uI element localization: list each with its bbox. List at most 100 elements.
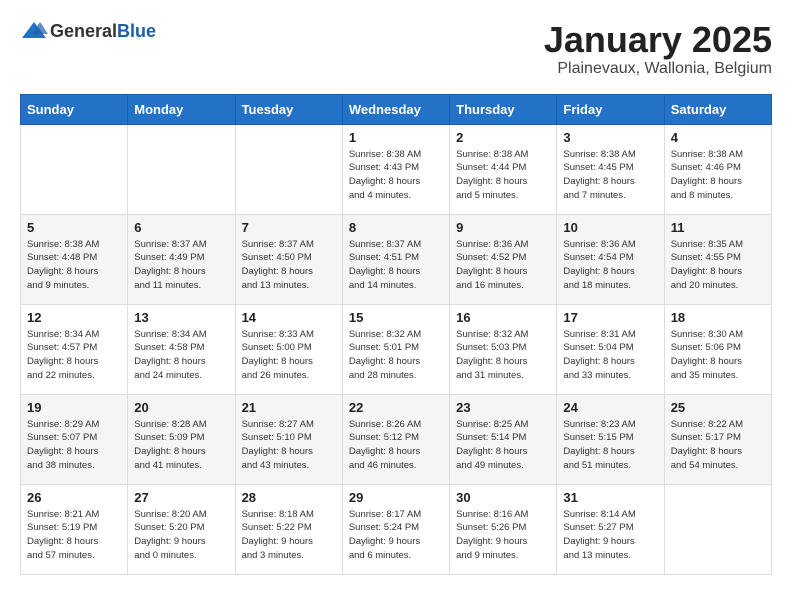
calendar-day-header: Monday	[128, 94, 235, 124]
calendar-day-cell: 6 Sunrise: 8:37 AM Sunset: 4:49 PM Daylig…	[128, 214, 235, 304]
day-number: 25	[671, 400, 765, 415]
day-number: 23	[456, 400, 550, 415]
day-info: Sunrise: 8:38 AM Sunset: 4:46 PM Dayligh…	[671, 148, 765, 203]
day-number: 11	[671, 220, 765, 235]
page-header: GeneralBlue January 2025 Plainevaux, Wal…	[20, 20, 772, 78]
day-info: Sunrise: 8:23 AM Sunset: 5:15 PM Dayligh…	[563, 418, 657, 473]
day-number: 5	[27, 220, 121, 235]
day-number: 26	[27, 490, 121, 505]
day-number: 24	[563, 400, 657, 415]
day-number: 4	[671, 130, 765, 145]
calendar-day-cell: 5 Sunrise: 8:38 AM Sunset: 4:48 PM Daylig…	[21, 214, 128, 304]
day-info: Sunrise: 8:33 AM Sunset: 5:00 PM Dayligh…	[242, 328, 336, 383]
day-info: Sunrise: 8:38 AM Sunset: 4:44 PM Dayligh…	[456, 148, 550, 203]
location-subtitle: Plainevaux, Wallonia, Belgium	[544, 60, 772, 78]
calendar-week-row: 5 Sunrise: 8:38 AM Sunset: 4:48 PM Daylig…	[21, 214, 772, 304]
day-info: Sunrise: 8:32 AM Sunset: 5:01 PM Dayligh…	[349, 328, 443, 383]
day-info: Sunrise: 8:29 AM Sunset: 5:07 PM Dayligh…	[27, 418, 121, 473]
calendar-week-row: 1 Sunrise: 8:38 AM Sunset: 4:43 PM Daylig…	[21, 124, 772, 214]
calendar-day-header: Saturday	[664, 94, 771, 124]
calendar-table: SundayMondayTuesdayWednesdayThursdayFrid…	[20, 94, 772, 575]
calendar-day-cell: 22Sunrise: 8:26 AM Sunset: 5:12 PM Dayli…	[342, 394, 449, 484]
calendar-day-cell: 24 Sunrise: 8:23 AM Sunset: 5:15 PM Dayli…	[557, 394, 664, 484]
day-info: Sunrise: 8:21 AM Sunset: 5:19 PM Dayligh…	[27, 508, 121, 563]
day-info: Sunrise: 8:34 AM Sunset: 4:57 PM Dayligh…	[27, 328, 121, 383]
day-info: Sunrise: 8:14 AM Sunset: 5:27 PM Dayligh…	[563, 508, 657, 563]
day-info: Sunrise: 8:32 AM Sunset: 5:03 PM Dayligh…	[456, 328, 550, 383]
calendar-day-cell: 26 Sunrise: 8:21 AM Sunset: 5:19 PM Dayli…	[21, 484, 128, 574]
logo-icon	[20, 20, 48, 42]
day-number: 3	[563, 130, 657, 145]
calendar-header-row: SundayMondayTuesdayWednesdayThursdayFrid…	[21, 94, 772, 124]
calendar-day-cell: 19 Sunrise: 8:29 AM Sunset: 5:07 PM Dayli…	[21, 394, 128, 484]
logo-general-text: General	[50, 21, 117, 41]
logo-blue-text: Blue	[117, 21, 156, 41]
logo: GeneralBlue	[20, 20, 156, 42]
calendar-day-cell: 2 Sunrise: 8:38 AM Sunset: 4:44 PM Daylig…	[450, 124, 557, 214]
day-number: 6	[134, 220, 228, 235]
title-block: January 2025 Plainevaux, Wallonia, Belgi…	[544, 20, 772, 78]
calendar-day-cell: 13Sunrise: 8:34 AM Sunset: 4:58 PM Dayli…	[128, 304, 235, 394]
day-info: Sunrise: 8:17 AM Sunset: 5:24 PM Dayligh…	[349, 508, 443, 563]
calendar-day-cell: 12 Sunrise: 8:34 AM Sunset: 4:57 PM Dayli…	[21, 304, 128, 394]
calendar-day-cell	[235, 124, 342, 214]
calendar-day-cell: 3 Sunrise: 8:38 AM Sunset: 4:45 PM Daylig…	[557, 124, 664, 214]
day-info: Sunrise: 8:37 AM Sunset: 4:51 PM Dayligh…	[349, 238, 443, 293]
calendar-day-cell: 31Sunrise: 8:14 AM Sunset: 5:27 PM Dayli…	[557, 484, 664, 574]
day-info: Sunrise: 8:37 AM Sunset: 4:50 PM Dayligh…	[242, 238, 336, 293]
day-number: 29	[349, 490, 443, 505]
calendar-day-cell	[21, 124, 128, 214]
day-number: 2	[456, 130, 550, 145]
day-info: Sunrise: 8:35 AM Sunset: 4:55 PM Dayligh…	[671, 238, 765, 293]
calendar-day-cell: 16Sunrise: 8:32 AM Sunset: 5:03 PM Dayli…	[450, 304, 557, 394]
day-info: Sunrise: 8:37 AM Sunset: 4:49 PM Dayligh…	[134, 238, 228, 293]
day-number: 1	[349, 130, 443, 145]
calendar-day-cell: 21Sunrise: 8:27 AM Sunset: 5:10 PM Dayli…	[235, 394, 342, 484]
calendar-day-cell: 4 Sunrise: 8:38 AM Sunset: 4:46 PM Daylig…	[664, 124, 771, 214]
day-info: Sunrise: 8:36 AM Sunset: 4:52 PM Dayligh…	[456, 238, 550, 293]
day-info: Sunrise: 8:27 AM Sunset: 5:10 PM Dayligh…	[242, 418, 336, 473]
day-info: Sunrise: 8:31 AM Sunset: 5:04 PM Dayligh…	[563, 328, 657, 383]
calendar-day-cell: 23 Sunrise: 8:25 AM Sunset: 5:14 PM Dayli…	[450, 394, 557, 484]
calendar-day-cell: 27Sunrise: 8:20 AM Sunset: 5:20 PM Dayli…	[128, 484, 235, 574]
calendar-week-row: 12 Sunrise: 8:34 AM Sunset: 4:57 PM Dayli…	[21, 304, 772, 394]
calendar-day-header: Tuesday	[235, 94, 342, 124]
calendar-day-cell: 18Sunrise: 8:30 AM Sunset: 5:06 PM Dayli…	[664, 304, 771, 394]
calendar-day-cell: 1 Sunrise: 8:38 AM Sunset: 4:43 PM Daylig…	[342, 124, 449, 214]
day-info: Sunrise: 8:28 AM Sunset: 5:09 PM Dayligh…	[134, 418, 228, 473]
day-info: Sunrise: 8:18 AM Sunset: 5:22 PM Dayligh…	[242, 508, 336, 563]
day-info: Sunrise: 8:16 AM Sunset: 5:26 PM Dayligh…	[456, 508, 550, 563]
calendar-day-cell: 20Sunrise: 8:28 AM Sunset: 5:09 PM Dayli…	[128, 394, 235, 484]
day-number: 12	[27, 310, 121, 325]
calendar-day-header: Friday	[557, 94, 664, 124]
day-number: 19	[27, 400, 121, 415]
calendar-day-cell: 8 Sunrise: 8:37 AM Sunset: 4:51 PM Daylig…	[342, 214, 449, 304]
calendar-day-cell: 9Sunrise: 8:36 AM Sunset: 4:52 PM Daylig…	[450, 214, 557, 304]
calendar-day-cell: 11 Sunrise: 8:35 AM Sunset: 4:55 PM Dayli…	[664, 214, 771, 304]
day-number: 17	[563, 310, 657, 325]
calendar-day-cell: 25 Sunrise: 8:22 AM Sunset: 5:17 PM Dayli…	[664, 394, 771, 484]
day-number: 8	[349, 220, 443, 235]
day-info: Sunrise: 8:38 AM Sunset: 4:48 PM Dayligh…	[27, 238, 121, 293]
day-info: Sunrise: 8:38 AM Sunset: 4:43 PM Dayligh…	[349, 148, 443, 203]
calendar-day-cell: 17 Sunrise: 8:31 AM Sunset: 5:04 PM Dayli…	[557, 304, 664, 394]
calendar-day-cell: 7 Sunrise: 8:37 AM Sunset: 4:50 PM Daylig…	[235, 214, 342, 304]
day-info: Sunrise: 8:34 AM Sunset: 4:58 PM Dayligh…	[134, 328, 228, 383]
calendar-day-header: Thursday	[450, 94, 557, 124]
day-number: 14	[242, 310, 336, 325]
calendar-week-row: 26 Sunrise: 8:21 AM Sunset: 5:19 PM Dayli…	[21, 484, 772, 574]
calendar-day-header: Sunday	[21, 94, 128, 124]
calendar-day-cell: 28 Sunrise: 8:18 AM Sunset: 5:22 PM Dayli…	[235, 484, 342, 574]
day-info: Sunrise: 8:20 AM Sunset: 5:20 PM Dayligh…	[134, 508, 228, 563]
day-info: Sunrise: 8:22 AM Sunset: 5:17 PM Dayligh…	[671, 418, 765, 473]
day-number: 28	[242, 490, 336, 505]
day-number: 15	[349, 310, 443, 325]
day-number: 7	[242, 220, 336, 235]
calendar-day-header: Wednesday	[342, 94, 449, 124]
day-info: Sunrise: 8:36 AM Sunset: 4:54 PM Dayligh…	[563, 238, 657, 293]
day-number: 22	[349, 400, 443, 415]
day-info: Sunrise: 8:38 AM Sunset: 4:45 PM Dayligh…	[563, 148, 657, 203]
calendar-day-cell: 15 Sunrise: 8:32 AM Sunset: 5:01 PM Dayli…	[342, 304, 449, 394]
day-number: 10	[563, 220, 657, 235]
day-info: Sunrise: 8:25 AM Sunset: 5:14 PM Dayligh…	[456, 418, 550, 473]
